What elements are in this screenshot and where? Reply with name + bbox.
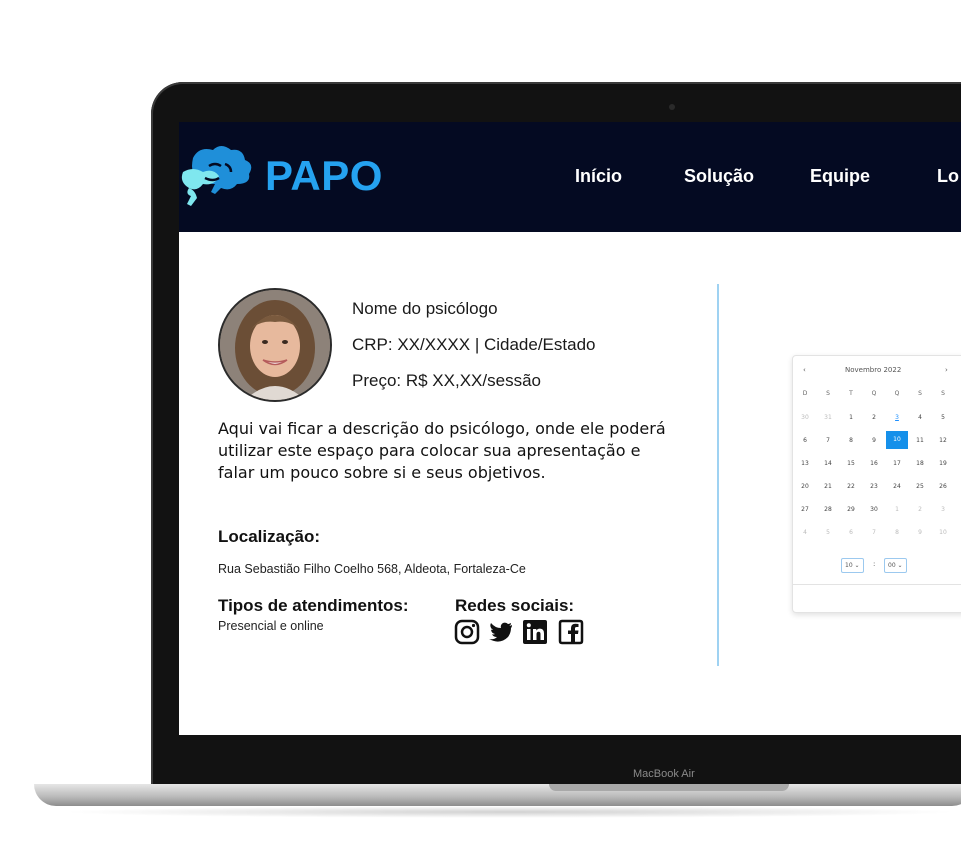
calendar-day[interactable]: 10 xyxy=(932,529,954,536)
calendar-day[interactable]: 24 xyxy=(886,483,908,490)
calendar-day[interactable]: 8 xyxy=(886,529,908,536)
calendar-day[interactable]: 2 xyxy=(863,414,885,421)
twitter-icon[interactable] xyxy=(488,619,514,645)
calendar-day[interactable]: 7 xyxy=(863,529,885,536)
facebook-icon[interactable] xyxy=(558,619,584,645)
laptop-shadow xyxy=(60,806,960,818)
nav-link-inicio[interactable]: Início xyxy=(575,166,622,187)
calendar-day[interactable]: 26 xyxy=(932,483,954,490)
calendar-day[interactable]: 22 xyxy=(840,483,862,490)
calendar-day[interactable]: 8 xyxy=(840,437,862,444)
calendar-day[interactable]: 5 xyxy=(817,529,839,536)
weekday-label: S xyxy=(941,390,945,397)
calendar-day[interactable]: 15 xyxy=(840,460,862,467)
calendar-day[interactable]: 18 xyxy=(909,460,931,467)
weekday-label: S xyxy=(826,390,830,397)
calendar-day[interactable]: 28 xyxy=(817,506,839,513)
service-types-text: Presencial e online xyxy=(218,619,324,633)
next-month-button[interactable]: › xyxy=(945,366,948,374)
calendar-day[interactable]: 11 xyxy=(909,437,931,444)
weekday-label: S xyxy=(918,390,922,397)
calendar-day[interactable]: 17 xyxy=(886,460,908,467)
calendar-day[interactable]: 29 xyxy=(840,506,862,513)
calendar-day-selected[interactable]: 10 xyxy=(886,431,908,449)
minute-select[interactable]: 00 ⌄ xyxy=(884,558,907,573)
calendar-day[interactable]: 3 xyxy=(932,506,954,513)
service-types-label: Tipos de atendimentos: xyxy=(218,596,409,615)
calendar-day[interactable]: 9 xyxy=(909,529,931,536)
calendar-day[interactable]: 1 xyxy=(840,414,862,421)
prev-month-button[interactable]: ‹ xyxy=(803,366,806,374)
weekday-label: D xyxy=(802,390,808,397)
appointment-calendar: ‹ Novembro 2022 › D S T Q Q S S 30 31 1 2 3 4… xyxy=(792,355,961,613)
price-info: Preço: R$ XX,XX/sessão xyxy=(352,371,541,390)
laptop-notch xyxy=(549,784,789,791)
psychologist-name: Nome do psicólogo xyxy=(352,299,498,318)
calendar-day[interactable]: 9 xyxy=(863,437,885,444)
nav-link-login[interactable]: Lo xyxy=(937,166,959,187)
nav-link-solucao[interactable]: Solução xyxy=(684,166,754,187)
camera xyxy=(669,104,675,110)
weekday-label: Q xyxy=(871,390,877,397)
calendar-day[interactable]: 3 xyxy=(886,414,908,421)
calendar-day[interactable]: 27 xyxy=(794,506,816,513)
nav-link-equipe[interactable]: Equipe xyxy=(810,166,870,187)
calendar-day[interactable]: 25 xyxy=(909,483,931,490)
laptop-base xyxy=(34,784,961,806)
laptop-lid: PAPO Início Solução Equipe Lo Nome do ps… xyxy=(151,82,961,794)
calendar-day[interactable]: 1 xyxy=(886,506,908,513)
brand-name[interactable]: PAPO xyxy=(265,152,383,200)
social-label: Redes sociais: xyxy=(455,596,575,615)
calendar-month-title: Novembro 2022 xyxy=(845,366,902,374)
linkedin-icon[interactable] xyxy=(522,619,548,645)
calendar-day[interactable]: 4 xyxy=(794,529,816,536)
psychologist-avatar xyxy=(218,288,332,402)
calendar-day[interactable]: 30 xyxy=(863,506,885,513)
calendar-day[interactable]: 6 xyxy=(794,437,816,444)
calendar-day[interactable]: 7 xyxy=(817,437,839,444)
calendar-day[interactable]: 2 xyxy=(909,506,931,513)
calendar-day[interactable]: 19 xyxy=(932,460,954,467)
calendar-day[interactable]: 31 xyxy=(817,414,839,421)
section-divider xyxy=(717,284,719,666)
device-label-text: MacBook Air xyxy=(633,768,695,780)
psychologist-description: Aqui vai ficar a descrição do psicólogo,… xyxy=(218,419,666,482)
calendar-day[interactable]: 6 xyxy=(840,529,862,536)
calendar-day[interactable]: 4 xyxy=(909,414,931,421)
calendar-day[interactable]: 13 xyxy=(794,460,816,467)
calendar-footer-divider xyxy=(793,584,961,585)
calendar-day[interactable]: 5 xyxy=(932,414,954,421)
calendar-day[interactable]: 20 xyxy=(794,483,816,490)
weekday-label: Q xyxy=(894,390,900,397)
calendar-day[interactable]: 12 xyxy=(932,437,954,444)
screen: PAPO Início Solução Equipe Lo Nome do ps… xyxy=(179,122,961,735)
time-separator: : xyxy=(873,560,876,568)
calendar-day[interactable]: 30 xyxy=(794,414,816,421)
crp-info: CRP: XX/XXXX | Cidade/Estado xyxy=(352,335,596,354)
calendar-day[interactable]: 14 xyxy=(817,460,839,467)
weekday-label: T xyxy=(849,390,853,397)
location-label: Localização: xyxy=(218,527,321,546)
address-text: Rua Sebastião Filho Coelho 568, Aldeota,… xyxy=(218,562,526,576)
calendar-day[interactable]: 21 xyxy=(817,483,839,490)
calendar-day[interactable]: 16 xyxy=(863,460,885,467)
instagram-icon[interactable] xyxy=(454,619,480,645)
navbar: PAPO Início Solução Equipe Lo xyxy=(179,122,961,232)
calendar-day[interactable]: 23 xyxy=(863,483,885,490)
brain-logo-icon[interactable] xyxy=(179,142,259,212)
hour-select[interactable]: 10 ⌄ xyxy=(841,558,864,573)
